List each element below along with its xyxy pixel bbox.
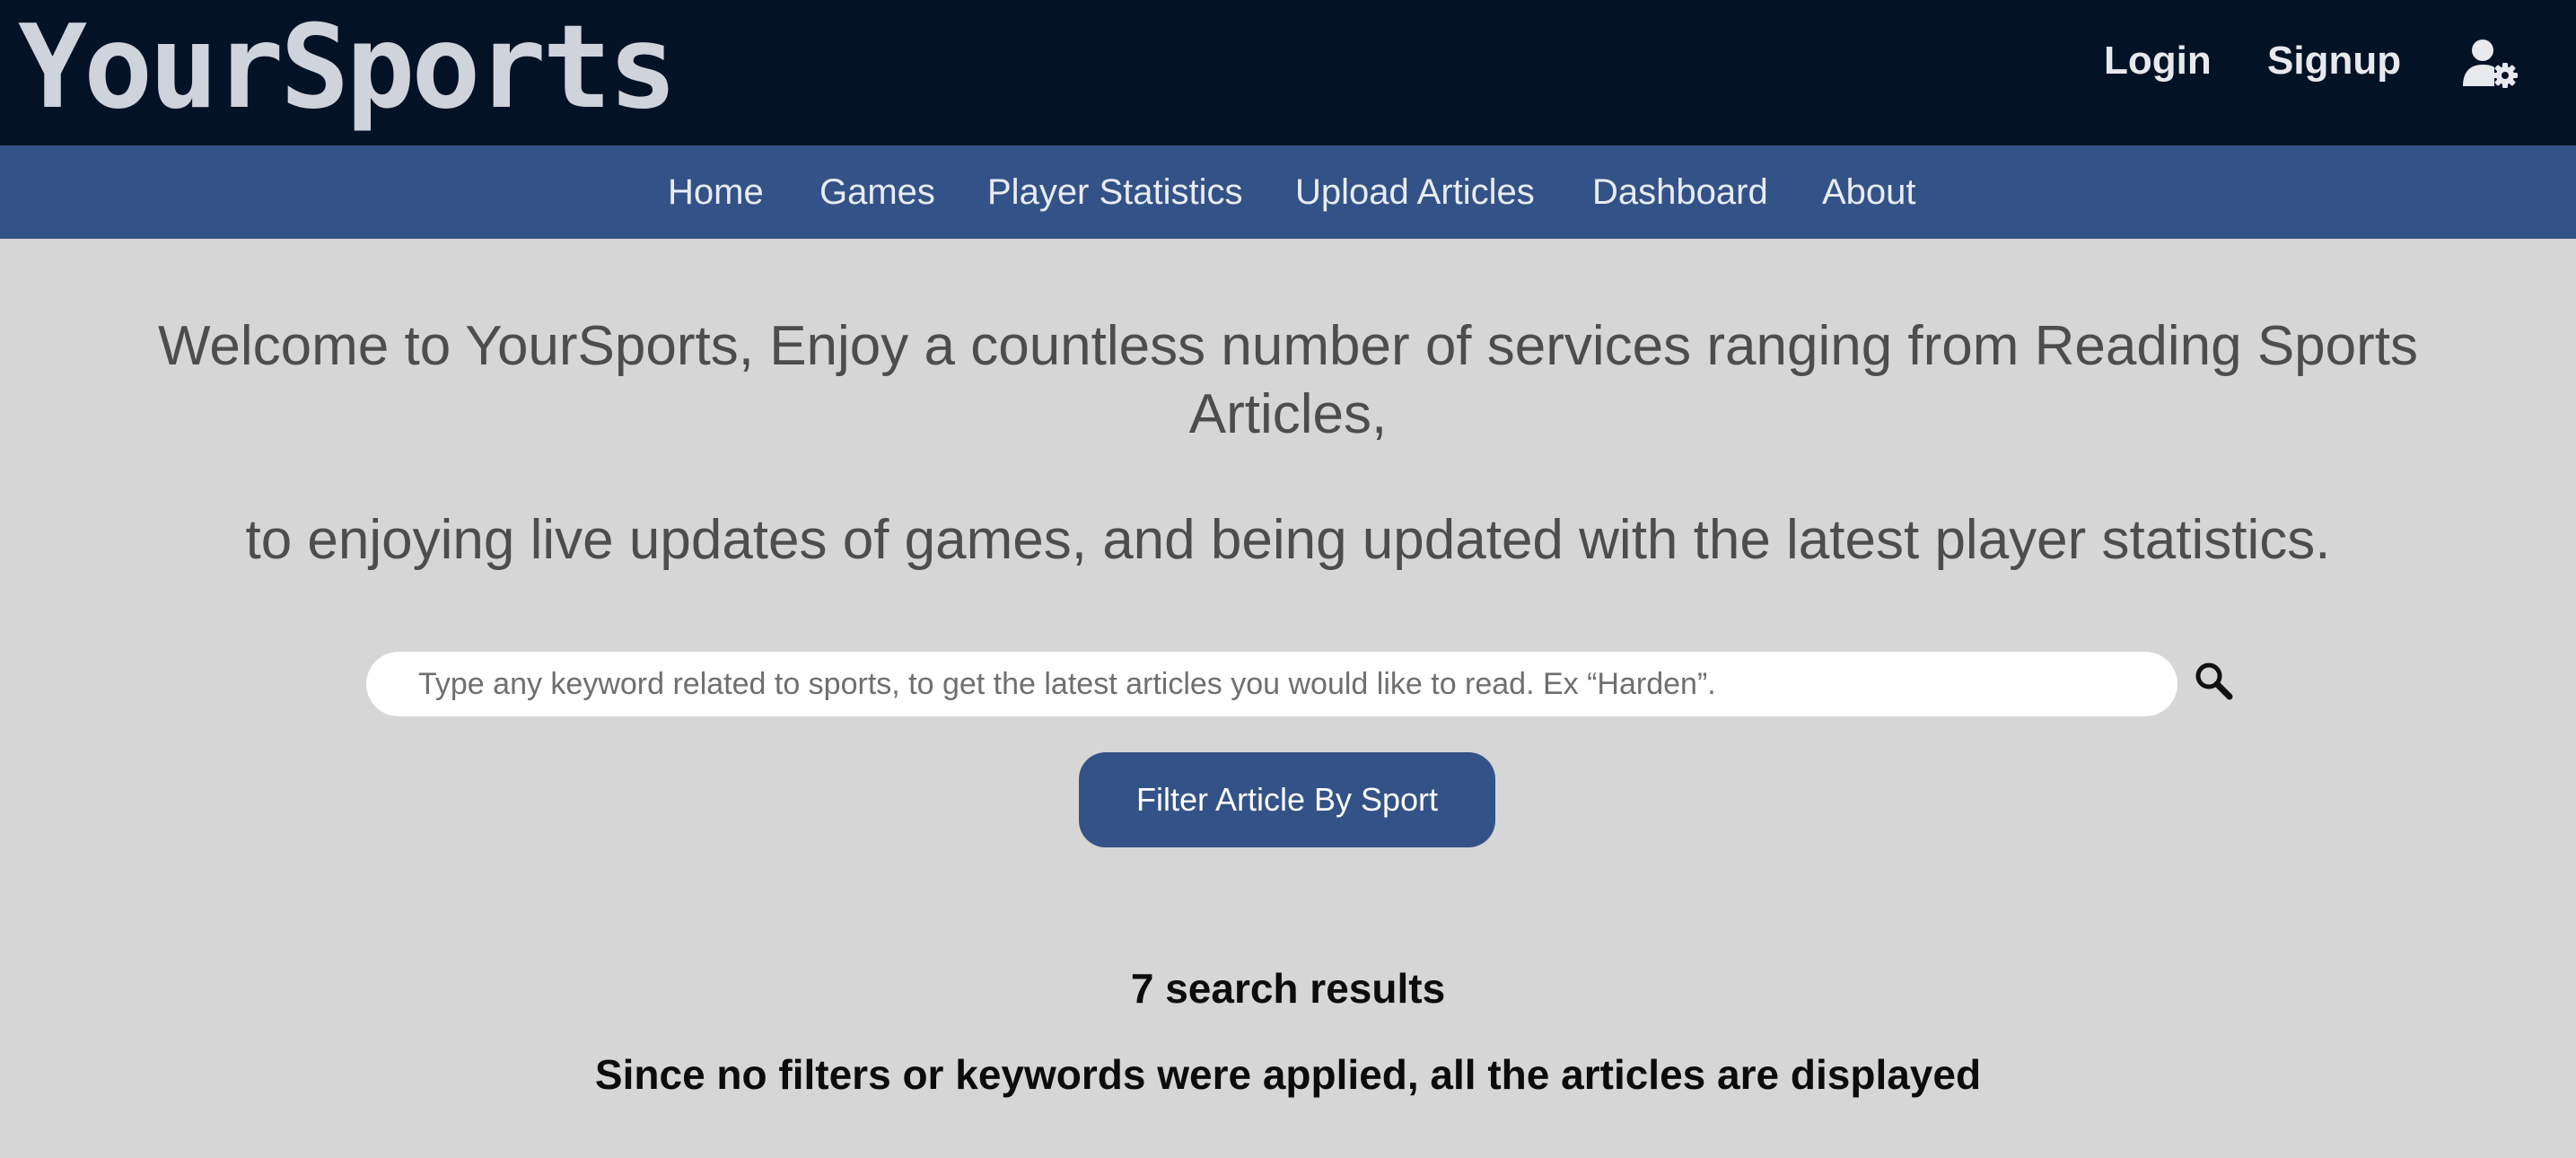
nav-item-upload-articles[interactable]: Upload Articles bbox=[1295, 145, 1535, 239]
search-results-count: 7 search results bbox=[1130, 965, 1446, 1012]
top-header: YourSports Login Signup bbox=[0, 0, 2576, 145]
nav-item-home[interactable]: Home bbox=[668, 145, 764, 239]
nav-item-games[interactable]: Games bbox=[819, 145, 935, 239]
user-gear-icon[interactable] bbox=[2463, 38, 2519, 88]
search-input[interactable] bbox=[366, 652, 2177, 716]
nav-item-dashboard[interactable]: Dashboard bbox=[1592, 145, 1768, 239]
search-results-note: Since no filters or keywords were applie… bbox=[594, 1051, 1982, 1098]
nav-item-player-statistics[interactable]: Player Statistics bbox=[987, 145, 1243, 239]
login-link[interactable]: Login bbox=[2104, 34, 2212, 88]
site-logo[interactable]: YourSports bbox=[18, 5, 678, 131]
main-navigation: Home Games Player Statistics Upload Arti… bbox=[0, 145, 2576, 239]
nav-item-about[interactable]: About bbox=[1822, 145, 1916, 239]
search-icon[interactable] bbox=[2192, 659, 2235, 702]
signup-link[interactable]: Signup bbox=[2267, 34, 2401, 88]
welcome-text-line-1: Welcome to YourSports, Enjoy a countless… bbox=[157, 315, 2419, 445]
filter-article-by-sport-button[interactable]: Filter Article By Sport bbox=[1079, 752, 1495, 847]
welcome-text-line-2: to enjoying live updates of games, and b… bbox=[245, 509, 2331, 571]
